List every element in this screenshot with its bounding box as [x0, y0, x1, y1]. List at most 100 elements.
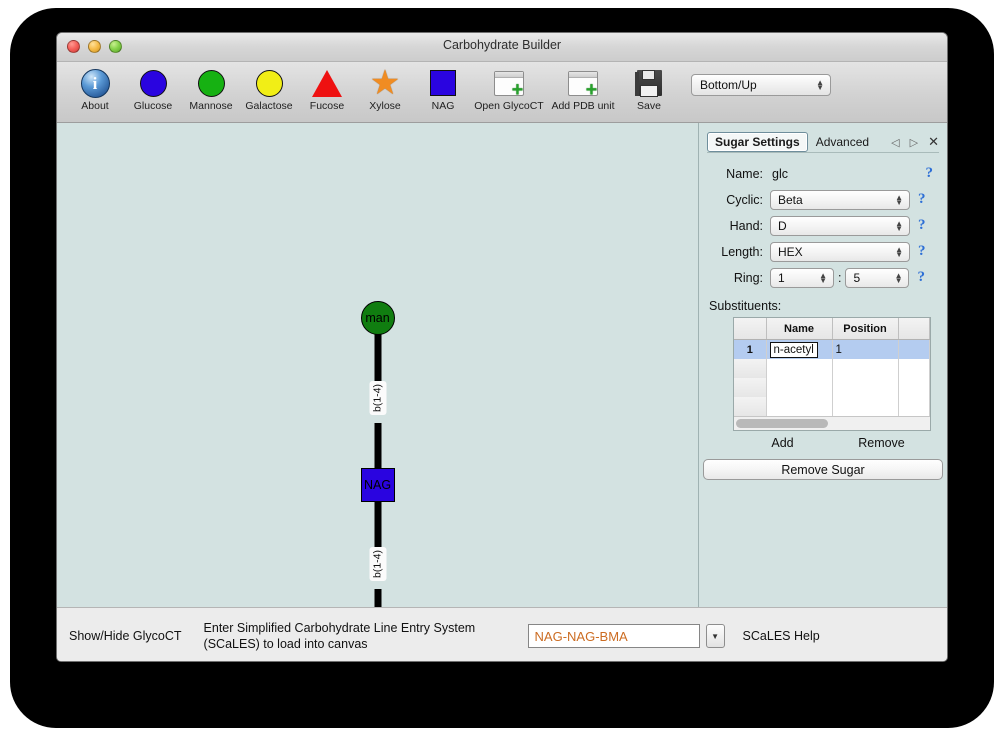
toolbar-label-add-pdb-unit: Add PDB unit [551, 100, 614, 112]
info-icon: i [67, 66, 123, 100]
chevron-updown-icon: ▲▼ [816, 80, 824, 90]
chevron-updown-icon: ▲▼ [895, 273, 903, 283]
chevron-updown-icon: ▲▼ [895, 195, 903, 205]
scales-description-line1: Enter Simplified Carbohydrate Line Entry… [204, 620, 520, 636]
table-row-empty [734, 397, 930, 416]
circle-icon-glucose [125, 66, 181, 100]
toolbar-button-nag[interactable]: NAG [415, 64, 471, 112]
spinner-ring-start-value: 1 [778, 271, 785, 285]
scales-description-line2: (SCaLES) to load into canvas [204, 636, 520, 652]
scales-dropdown-button[interactable]: ▼ [706, 624, 725, 648]
chevron-updown-icon: ▲▼ [895, 247, 903, 257]
table-horizontal-scrollbar[interactable] [734, 416, 930, 430]
toolbar-button-fucose[interactable]: Fucose [299, 64, 355, 112]
chevron-right-icon[interactable]: ▷ [910, 136, 918, 149]
orientation-select[interactable]: Bottom/Up ▲▼ [691, 74, 831, 96]
application-window: Carbohydrate Builder i About Glucose [56, 32, 948, 662]
table-cell-index: 1 [734, 340, 766, 360]
field-row-name: Name: glc ? [707, 161, 939, 186]
toolbar-button-mannose[interactable]: Mannose [183, 64, 239, 112]
toolbar-button-galactose[interactable]: Galactose [241, 64, 297, 112]
table-header-row: Name Position [734, 318, 930, 340]
glycan-edge-label-1: b(1-4) [369, 381, 386, 415]
select-hand-value: D [778, 219, 787, 233]
help-icon-length[interactable]: ? [918, 243, 926, 260]
screen-root: Carbohydrate Builder i About Glucose [0, 0, 1004, 736]
toolbar-button-save[interactable]: Save [621, 64, 677, 112]
substituent-name-input[interactable]: n-acetyl [770, 342, 818, 358]
table-row-empty [734, 378, 930, 397]
toolbar-button-about[interactable]: i About [67, 64, 123, 112]
table-header-extra [898, 318, 930, 340]
table-header-index [734, 318, 766, 340]
toolbar-label-open-glycoct: Open GlycoCT [474, 100, 543, 112]
remove-substituent-button[interactable]: Remove [832, 436, 931, 450]
window-body: man b(1-4) NAG b(1-4) NAG Sugar S [57, 123, 947, 607]
select-hand[interactable]: D ▲▼ [770, 216, 910, 236]
help-icon-ring[interactable]: ? [917, 269, 925, 286]
remove-sugar-button[interactable]: Remove Sugar [703, 459, 943, 480]
table-header-position: Position [832, 318, 898, 340]
glycan-edge-line-2b [374, 589, 381, 607]
glycan-edge-line-2 [374, 499, 381, 551]
chevron-down-icon: ▼ [711, 632, 719, 641]
spinner-ring-start[interactable]: 1 ▲▼ [770, 268, 834, 288]
toolbar-label-save: Save [637, 100, 661, 112]
close-icon[interactable]: ✕ [928, 134, 939, 150]
glycan-edge-line-1 [374, 333, 381, 385]
table-row[interactable]: 1 n-acetyl 1 [734, 340, 930, 360]
table-row-empty [734, 359, 930, 378]
help-icon-name[interactable]: ? [926, 165, 934, 182]
select-length-value: HEX [778, 245, 803, 259]
label-hand: Hand: [707, 219, 770, 233]
floppy-disk-icon [621, 66, 677, 100]
select-cyclic-value: Beta [778, 193, 803, 207]
value-name: glc [770, 167, 788, 181]
square-icon-nag [415, 66, 471, 100]
spinner-ring-end-value: 5 [853, 271, 860, 285]
document-plus-icon-pdb: + [547, 66, 619, 100]
ring-separator: : [834, 271, 845, 285]
substituents-table: Name Position 1 n-acetyl 1 [734, 318, 930, 416]
toolbar-label-xylose: Xylose [369, 100, 401, 112]
scales-help-link[interactable]: SCaLES Help [743, 629, 820, 643]
toolbar-label-mannose: Mannose [189, 100, 232, 112]
chevron-updown-icon: ▲▼ [895, 221, 903, 231]
select-cyclic[interactable]: Beta ▲▼ [770, 190, 910, 210]
glycan-node-man[interactable]: man [361, 301, 395, 335]
toolbar-button-xylose[interactable]: ★ Xylose [357, 64, 413, 112]
toolbar-label-glucose: Glucose [134, 100, 173, 112]
add-substituent-button[interactable]: Add [733, 436, 832, 450]
chevron-left-icon[interactable]: ◁ [891, 136, 899, 149]
table-cell-name[interactable]: n-acetyl [766, 340, 832, 360]
circle-icon-galactose [241, 66, 297, 100]
glycan-node-label: NAG [364, 478, 391, 492]
tab-advanced[interactable]: Advanced [808, 133, 877, 152]
scales-description: Enter Simplified Carbohydrate Line Entry… [204, 620, 520, 652]
tab-sugar-settings[interactable]: Sugar Settings [707, 132, 808, 152]
select-length[interactable]: HEX ▲▼ [770, 242, 910, 262]
window-title: Carbohydrate Builder [57, 38, 947, 52]
scrollbar-thumb[interactable] [736, 419, 828, 428]
show-hide-glycoct-button[interactable]: Show/Hide GlycoCT [69, 629, 182, 643]
toolbar-button-open-glycoct[interactable]: + Open GlycoCT [473, 64, 545, 112]
toolbar-label-galactose: Galactose [245, 100, 292, 112]
glycan-node-nag-middle[interactable]: NAG [361, 468, 395, 502]
toolbar-label-about: About [81, 100, 108, 112]
spinner-ring-end[interactable]: 5 ▲▼ [845, 268, 909, 288]
toolbar-label-nag: NAG [432, 100, 455, 112]
toolbar-button-glucose[interactable]: Glucose [125, 64, 181, 112]
toolbar-button-add-pdb-unit[interactable]: + Add PDB unit [547, 64, 619, 112]
help-icon-cyclic[interactable]: ? [918, 191, 926, 208]
sugar-settings-form: Name: glc ? Cyclic: Beta ▲▼ ? Hand: [707, 161, 939, 290]
field-row-ring: Ring: 1 ▲▼ : 5 ▲▼ ? [707, 265, 939, 290]
label-name: Name: [707, 167, 770, 181]
table-cell-extra [898, 340, 930, 360]
triangle-icon-fucose [299, 66, 355, 100]
help-icon-hand[interactable]: ? [918, 217, 926, 234]
table-cell-position[interactable]: 1 [832, 340, 898, 360]
toolbar-label-fucose: Fucose [310, 100, 344, 112]
scales-input[interactable]: NAG-NAG-BMA [528, 624, 700, 648]
label-ring: Ring: [707, 271, 770, 285]
glycan-canvas[interactable]: man b(1-4) NAG b(1-4) NAG [57, 123, 699, 607]
